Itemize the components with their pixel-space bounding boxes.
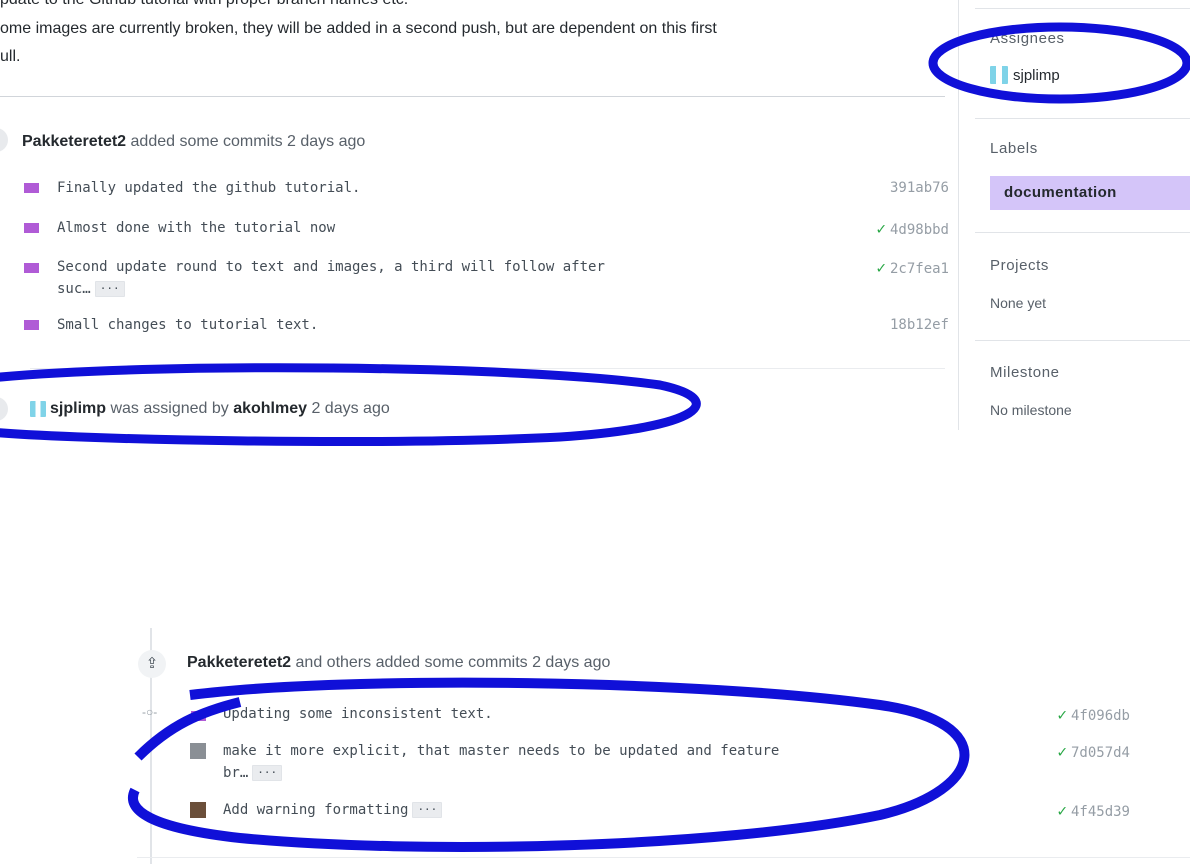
commit-author-avatar[interactable] <box>190 743 206 759</box>
commit-message-link[interactable]: Updating some inconsistent text. <box>223 706 493 722</box>
event-author-link[interactable]: Pakketeretet2 <box>22 133 126 150</box>
assigner-link[interactable]: akohlmey <box>233 400 307 418</box>
event-action: and others added some commits 2 days ago <box>291 654 611 671</box>
milestone-value: No milestone <box>990 402 1072 418</box>
assignee-link[interactable]: sjplimp <box>50 400 106 418</box>
label-documentation[interactable]: documentation <box>990 176 1190 210</box>
commit-author-avatar[interactable] <box>24 183 39 193</box>
commit-author-avatar[interactable] <box>24 223 39 233</box>
commit-author-avatar[interactable] <box>191 711 206 721</box>
commit-message-link[interactable]: Almost done with the tutorial now <box>57 220 335 236</box>
assignee-name: sjplimp <box>1013 66 1060 84</box>
milestone-heading[interactable]: Milestone <box>990 364 1060 381</box>
description-divider <box>0 96 945 97</box>
description-line-3: ull. <box>0 48 21 65</box>
projects-heading[interactable]: Projects <box>990 257 1049 274</box>
event-separator <box>30 368 945 369</box>
check-icon: ✓ <box>876 258 886 277</box>
projects-value: None yet <box>990 295 1047 311</box>
commit-status: ✓ 4f096db <box>1015 705 1130 724</box>
commit-node-icon: -○- <box>142 705 158 719</box>
event-action: added some commits 2 days ago <box>126 133 366 150</box>
commit-status: ✓ 4d98bbd <box>840 219 949 238</box>
commit-author-avatar[interactable] <box>24 263 39 273</box>
assignee-avatar <box>990 66 1008 84</box>
commit-push-icon: ⇪ <box>138 650 166 678</box>
event-title: Pakketeretet2 added some commits 2 days … <box>22 133 365 151</box>
commit-message-link[interactable]: make it more explicit, that master needs… <box>223 743 779 759</box>
commit-message-link[interactable]: Finally updated the github tutorial. <box>57 180 360 196</box>
commit-sha-link[interactable]: 4f096db <box>1071 708 1130 724</box>
commit-message-cont: suc… ··· <box>57 281 125 297</box>
check-icon: ✓ <box>1057 705 1067 724</box>
sidebar-divider <box>958 0 959 430</box>
commit-message-cont: Add warning formatting ··· <box>223 802 443 818</box>
commit-status: ✓ 2c7fea1 <box>840 258 949 277</box>
description-line-1: pdate to the Github tutorial with proper… <box>0 0 408 9</box>
avatar-icon <box>24 320 39 330</box>
commit-author-avatar[interactable] <box>24 320 39 330</box>
commit-sha-link[interactable]: 4f45d39 <box>1071 804 1130 820</box>
sidebar-separator <box>975 340 1190 341</box>
sidebar-separator <box>975 232 1190 233</box>
event-icon <box>0 128 8 152</box>
labels-heading[interactable]: Labels <box>990 140 1038 157</box>
commit-message-link[interactable]: suc… <box>57 281 91 297</box>
assigned-by-text: was assigned by <box>106 400 234 417</box>
event-author-link[interactable]: Pakketeretet2 <box>187 654 291 671</box>
expand-ellipsis-button[interactable]: ··· <box>252 765 283 781</box>
check-icon: ✓ <box>876 219 886 238</box>
commit-message-link[interactable]: br… <box>223 765 248 781</box>
commit-message-cont: br… ··· <box>223 765 283 781</box>
commit-message-link[interactable]: Small changes to tutorial text. <box>57 317 318 333</box>
avatar-icon <box>24 223 39 233</box>
event-icon <box>0 397 8 421</box>
check-icon: ✓ <box>1057 801 1067 820</box>
commit-message-link[interactable]: Add warning formatting <box>223 802 408 818</box>
sidebar-separator <box>975 8 1190 9</box>
avatar-icon <box>24 263 39 273</box>
commit-sha-link[interactable]: 4d98bbd <box>890 222 949 238</box>
assigned-event: sjplimp was assigned by akohlmey 2 days … <box>30 400 390 418</box>
commit-status: ✓ 7d057d4 <box>1015 742 1130 761</box>
avatar-icon <box>191 711 206 721</box>
annotation-overlay <box>0 22 1190 852</box>
commit-message-link[interactable]: Second update round to text and images, … <box>57 259 605 275</box>
commit-sha-link[interactable]: 391ab76 <box>860 180 949 196</box>
commit-sha-link[interactable]: 2c7fea1 <box>890 261 949 277</box>
description-line-2: ome images are currently broken, they wi… <box>0 20 717 37</box>
event-time: 2 days ago <box>307 400 390 417</box>
event-separator <box>137 857 1190 858</box>
assignee-avatar <box>30 401 46 417</box>
avatar-icon <box>24 183 39 193</box>
event-title: Pakketeretet2 and others added some comm… <box>187 654 610 672</box>
commit-status: ✓ 4f45d39 <box>1015 801 1130 820</box>
expand-ellipsis-button[interactable]: ··· <box>412 802 443 818</box>
assignees-heading[interactable]: Assignees <box>990 30 1065 47</box>
commit-sha-link[interactable]: 18b12ef <box>860 317 949 333</box>
assignee-item[interactable]: sjplimp <box>990 66 1060 84</box>
commit-author-avatar[interactable] <box>190 802 206 818</box>
expand-ellipsis-button[interactable]: ··· <box>94 281 125 297</box>
sidebar-separator <box>975 118 1190 119</box>
check-icon: ✓ <box>1057 742 1067 761</box>
commit-sha-link[interactable]: 7d057d4 <box>1071 745 1130 761</box>
